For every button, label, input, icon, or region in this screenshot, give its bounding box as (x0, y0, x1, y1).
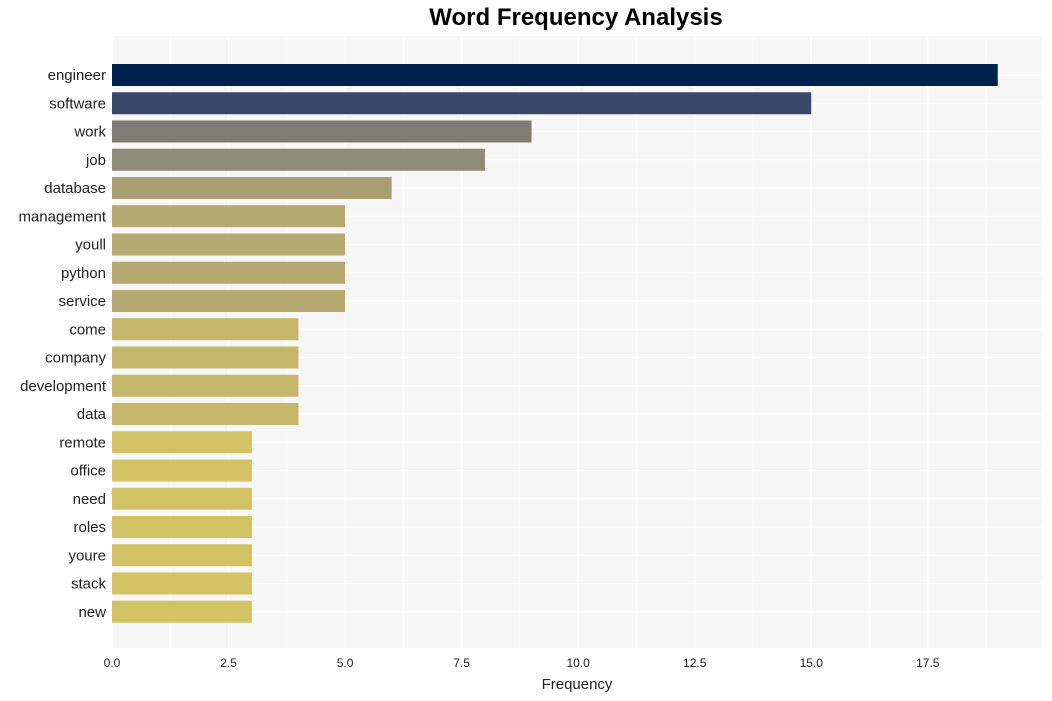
bar-development (112, 374, 299, 397)
y-tick-label: data (77, 406, 107, 423)
y-tick-label: need (73, 491, 106, 508)
x-tick-label: 12.5 (683, 656, 707, 670)
bar-data (112, 403, 299, 425)
y-axis-labels: engineer software work job database managemen… (18, 67, 106, 621)
x-axis-label: Frequency (542, 676, 613, 693)
y-tick-label: engineer (48, 67, 106, 84)
x-tick-label: 0.0 (104, 656, 121, 670)
bar-software (112, 92, 812, 115)
y-tick-label: office (70, 463, 106, 480)
y-tick-label: software (49, 95, 106, 112)
bar-engineer (112, 64, 998, 86)
bar-python (112, 261, 346, 284)
bar-youll (112, 233, 346, 256)
y-tick-label: remote (59, 434, 106, 451)
y-tick-label: database (44, 180, 106, 197)
x-tick-label: 5.0 (337, 656, 354, 670)
bar-new (112, 600, 252, 623)
bar-company (112, 346, 299, 369)
bar-job (112, 148, 485, 171)
y-tick-label: youll (75, 237, 106, 254)
y-tick-label: python (61, 265, 106, 282)
bar-roles (112, 516, 252, 538)
bar-work (112, 120, 532, 143)
bar-database (112, 177, 392, 199)
y-tick-label: job (85, 152, 106, 169)
y-tick-label: management (18, 208, 106, 225)
x-tick-label: 7.5 (453, 656, 470, 670)
y-tick-label: roles (73, 519, 106, 536)
y-tick-label: work (73, 124, 106, 141)
bar-chart: engineer software work job database managemen… (18, 36, 1042, 693)
y-tick-label: stack (71, 576, 107, 593)
x-axis-ticks: 0.0 2.5 5.0 7.5 10.0 12.5 15.0 17.5 (104, 656, 940, 670)
bar-need (112, 487, 252, 510)
y-tick-label: company (45, 350, 106, 367)
y-tick-label: development (20, 378, 107, 395)
bar-remote (112, 431, 252, 454)
x-tick-label: 17.5 (916, 656, 940, 670)
x-tick-label: 10.0 (566, 656, 590, 670)
x-tick-label: 2.5 (220, 656, 237, 670)
bar-management (112, 205, 346, 228)
y-tick-label: youre (68, 547, 106, 564)
bar-come (112, 318, 299, 341)
y-tick-label: new (78, 604, 106, 621)
bar-youre (112, 544, 252, 567)
y-tick-label: come (69, 321, 106, 338)
y-tick-label: service (58, 293, 106, 310)
x-tick-label: 15.0 (800, 656, 824, 670)
bar-stack (112, 572, 252, 595)
bar-service (112, 290, 346, 312)
bar-office (112, 459, 252, 482)
